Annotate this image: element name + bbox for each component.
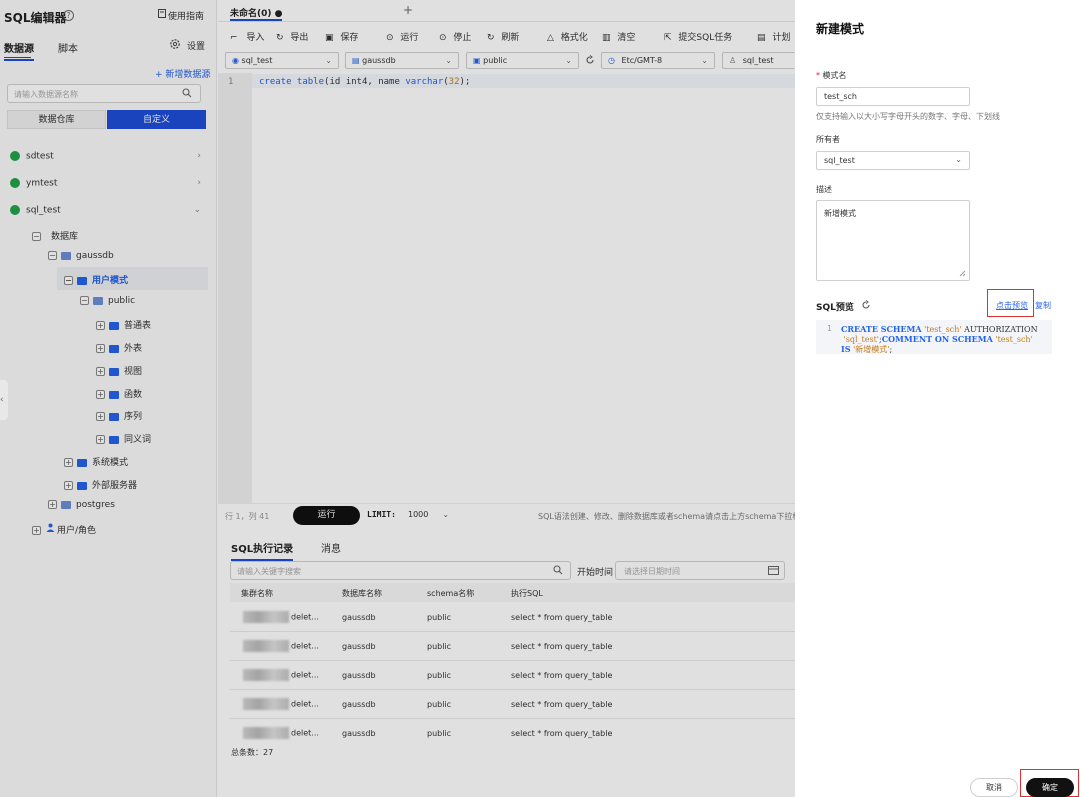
sql-preview-line: 'sql_test';COMMENT ON SCHEMA 'test_sch' bbox=[841, 334, 1033, 344]
sql-line-number: 1 bbox=[827, 324, 832, 333]
refresh-icon[interactable] bbox=[861, 300, 871, 310]
schema-name-input[interactable]: test_sch bbox=[816, 87, 970, 106]
description-textarea[interactable]: 新增模式 bbox=[816, 200, 970, 281]
sidebar-collapse-handle[interactable]: ‹ bbox=[0, 380, 8, 420]
schema-name-hint: 仅支持输入以大小写字母开头的数字、字母、下划线 bbox=[816, 112, 1000, 121]
sql-preview-line: CREATE SCHEMA 'test_sch' AUTHORIZATION bbox=[841, 324, 1038, 334]
chevron-left-icon: ‹ bbox=[0, 395, 4, 405]
resize-handle-icon[interactable] bbox=[959, 270, 966, 277]
copy-link[interactable]: 复制 bbox=[1035, 300, 1051, 311]
cancel-button[interactable]: 取消 bbox=[970, 778, 1018, 797]
confirm-button[interactable]: 确定 bbox=[1026, 778, 1074, 797]
schema-name-label: * 模式名 bbox=[816, 71, 847, 80]
description-label: 描述 bbox=[816, 185, 832, 194]
owner-label: 所有者 bbox=[816, 135, 840, 144]
chevron-down-icon: ⌄ bbox=[955, 155, 962, 164]
drawer-title: 新建模式 bbox=[816, 22, 865, 36]
sql-preview-label: SQL预览 bbox=[816, 303, 854, 313]
owner-select[interactable]: sql_test ⌄ bbox=[816, 151, 970, 170]
click-preview-link[interactable]: 点击预览 bbox=[996, 300, 1028, 311]
modal-backdrop[interactable] bbox=[0, 0, 795, 797]
sql-preview-line: IS '新增模式'; bbox=[841, 344, 893, 354]
